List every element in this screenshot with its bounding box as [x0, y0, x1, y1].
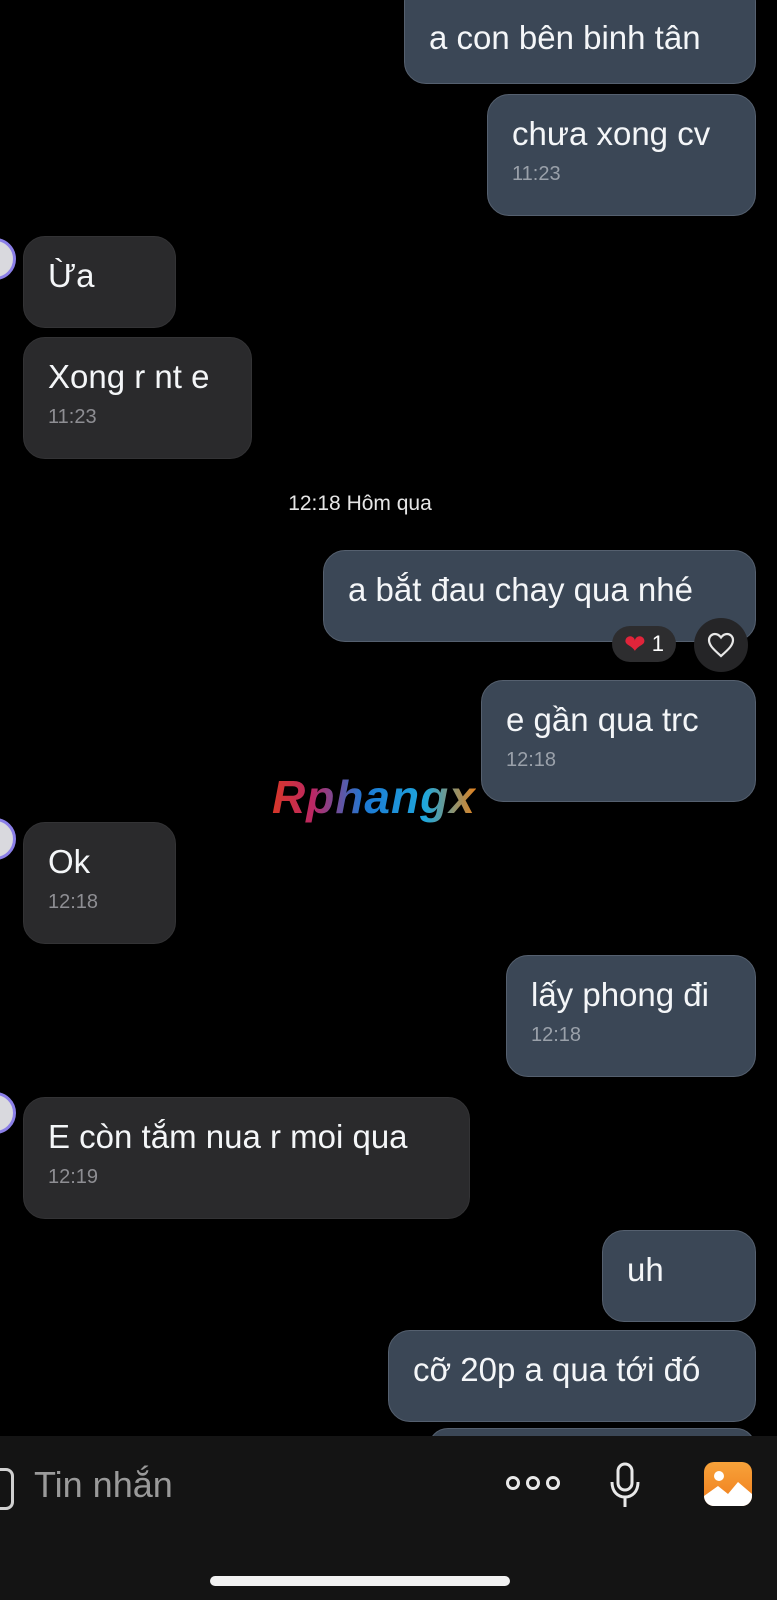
message-bubble-outgoing[interactable]: a con bên binh tân: [404, 0, 756, 84]
message-time: 12:18: [506, 749, 557, 771]
message-text: e gần qua trc: [506, 701, 699, 738]
message-text: a con bên binh tân: [429, 19, 701, 56]
heart-outline-icon: [707, 632, 735, 658]
message-bubble-outgoing[interactable]: e gần qua trc 12:18: [481, 680, 756, 802]
message-text: cỡ 20p a qua tới đó: [413, 1351, 701, 1388]
message-text: uh: [627, 1251, 664, 1288]
contact-avatar[interactable]: [0, 238, 16, 280]
date-divider: 12:18 Hôm qua: [288, 492, 432, 515]
reaction-count: 1: [651, 631, 665, 656]
message-time: 12:18: [48, 891, 99, 913]
more-icon[interactable]: [506, 1476, 560, 1490]
heart-emoji-icon: ❤: [623, 628, 646, 659]
message-text: a bắt đau chay qua nhé: [348, 571, 693, 608]
watermark-logo: Rphangx: [272, 771, 476, 823]
message-bubble-incoming[interactable]: Ừa: [23, 236, 176, 328]
message-time: 11:23: [48, 406, 97, 428]
message-time: 12:18: [531, 1024, 582, 1046]
message-text: Ừa: [48, 257, 95, 294]
home-indicator[interactable]: [210, 1576, 510, 1586]
add-reaction-button[interactable]: [694, 618, 748, 672]
message-bubble-incoming[interactable]: Xong r nt e 11:23: [23, 337, 252, 459]
message-bubble-incoming[interactable]: Ok 12:18: [23, 822, 176, 944]
message-time: 11:23: [512, 163, 561, 185]
message-bubble-outgoing[interactable]: chưa xong cv 11:23: [487, 94, 756, 216]
reaction-badge[interactable]: ❤ 1: [612, 626, 676, 662]
message-text: chưa xong cv: [512, 115, 711, 152]
message-time: 12:19: [48, 1166, 99, 1188]
message-text: E còn tắm nua r moi qua: [48, 1118, 408, 1155]
contact-avatar[interactable]: [0, 1092, 16, 1134]
message-text: lấy phong đi: [531, 976, 709, 1013]
message-input[interactable]: Tin nhắn: [34, 1464, 173, 1506]
attachment-icon[interactable]: [0, 1468, 14, 1510]
message-bubble-outgoing[interactable]: cỡ 20p a qua tới đó: [388, 1330, 756, 1422]
message-bubble-outgoing[interactable]: a bắt đau chay qua nhé: [323, 550, 756, 642]
contact-avatar[interactable]: [0, 818, 16, 860]
message-text: Ok: [48, 843, 91, 880]
message-bubble-outgoing[interactable]: lấy phong đi 12:18: [506, 955, 756, 1077]
message-bubble-incoming[interactable]: E còn tắm nua r moi qua 12:19: [23, 1097, 470, 1219]
message-bubble-outgoing[interactable]: uh: [602, 1230, 756, 1322]
microphone-icon[interactable]: [608, 1462, 642, 1510]
message-text: Xong r nt e: [48, 358, 210, 395]
gallery-icon[interactable]: [704, 1462, 752, 1506]
